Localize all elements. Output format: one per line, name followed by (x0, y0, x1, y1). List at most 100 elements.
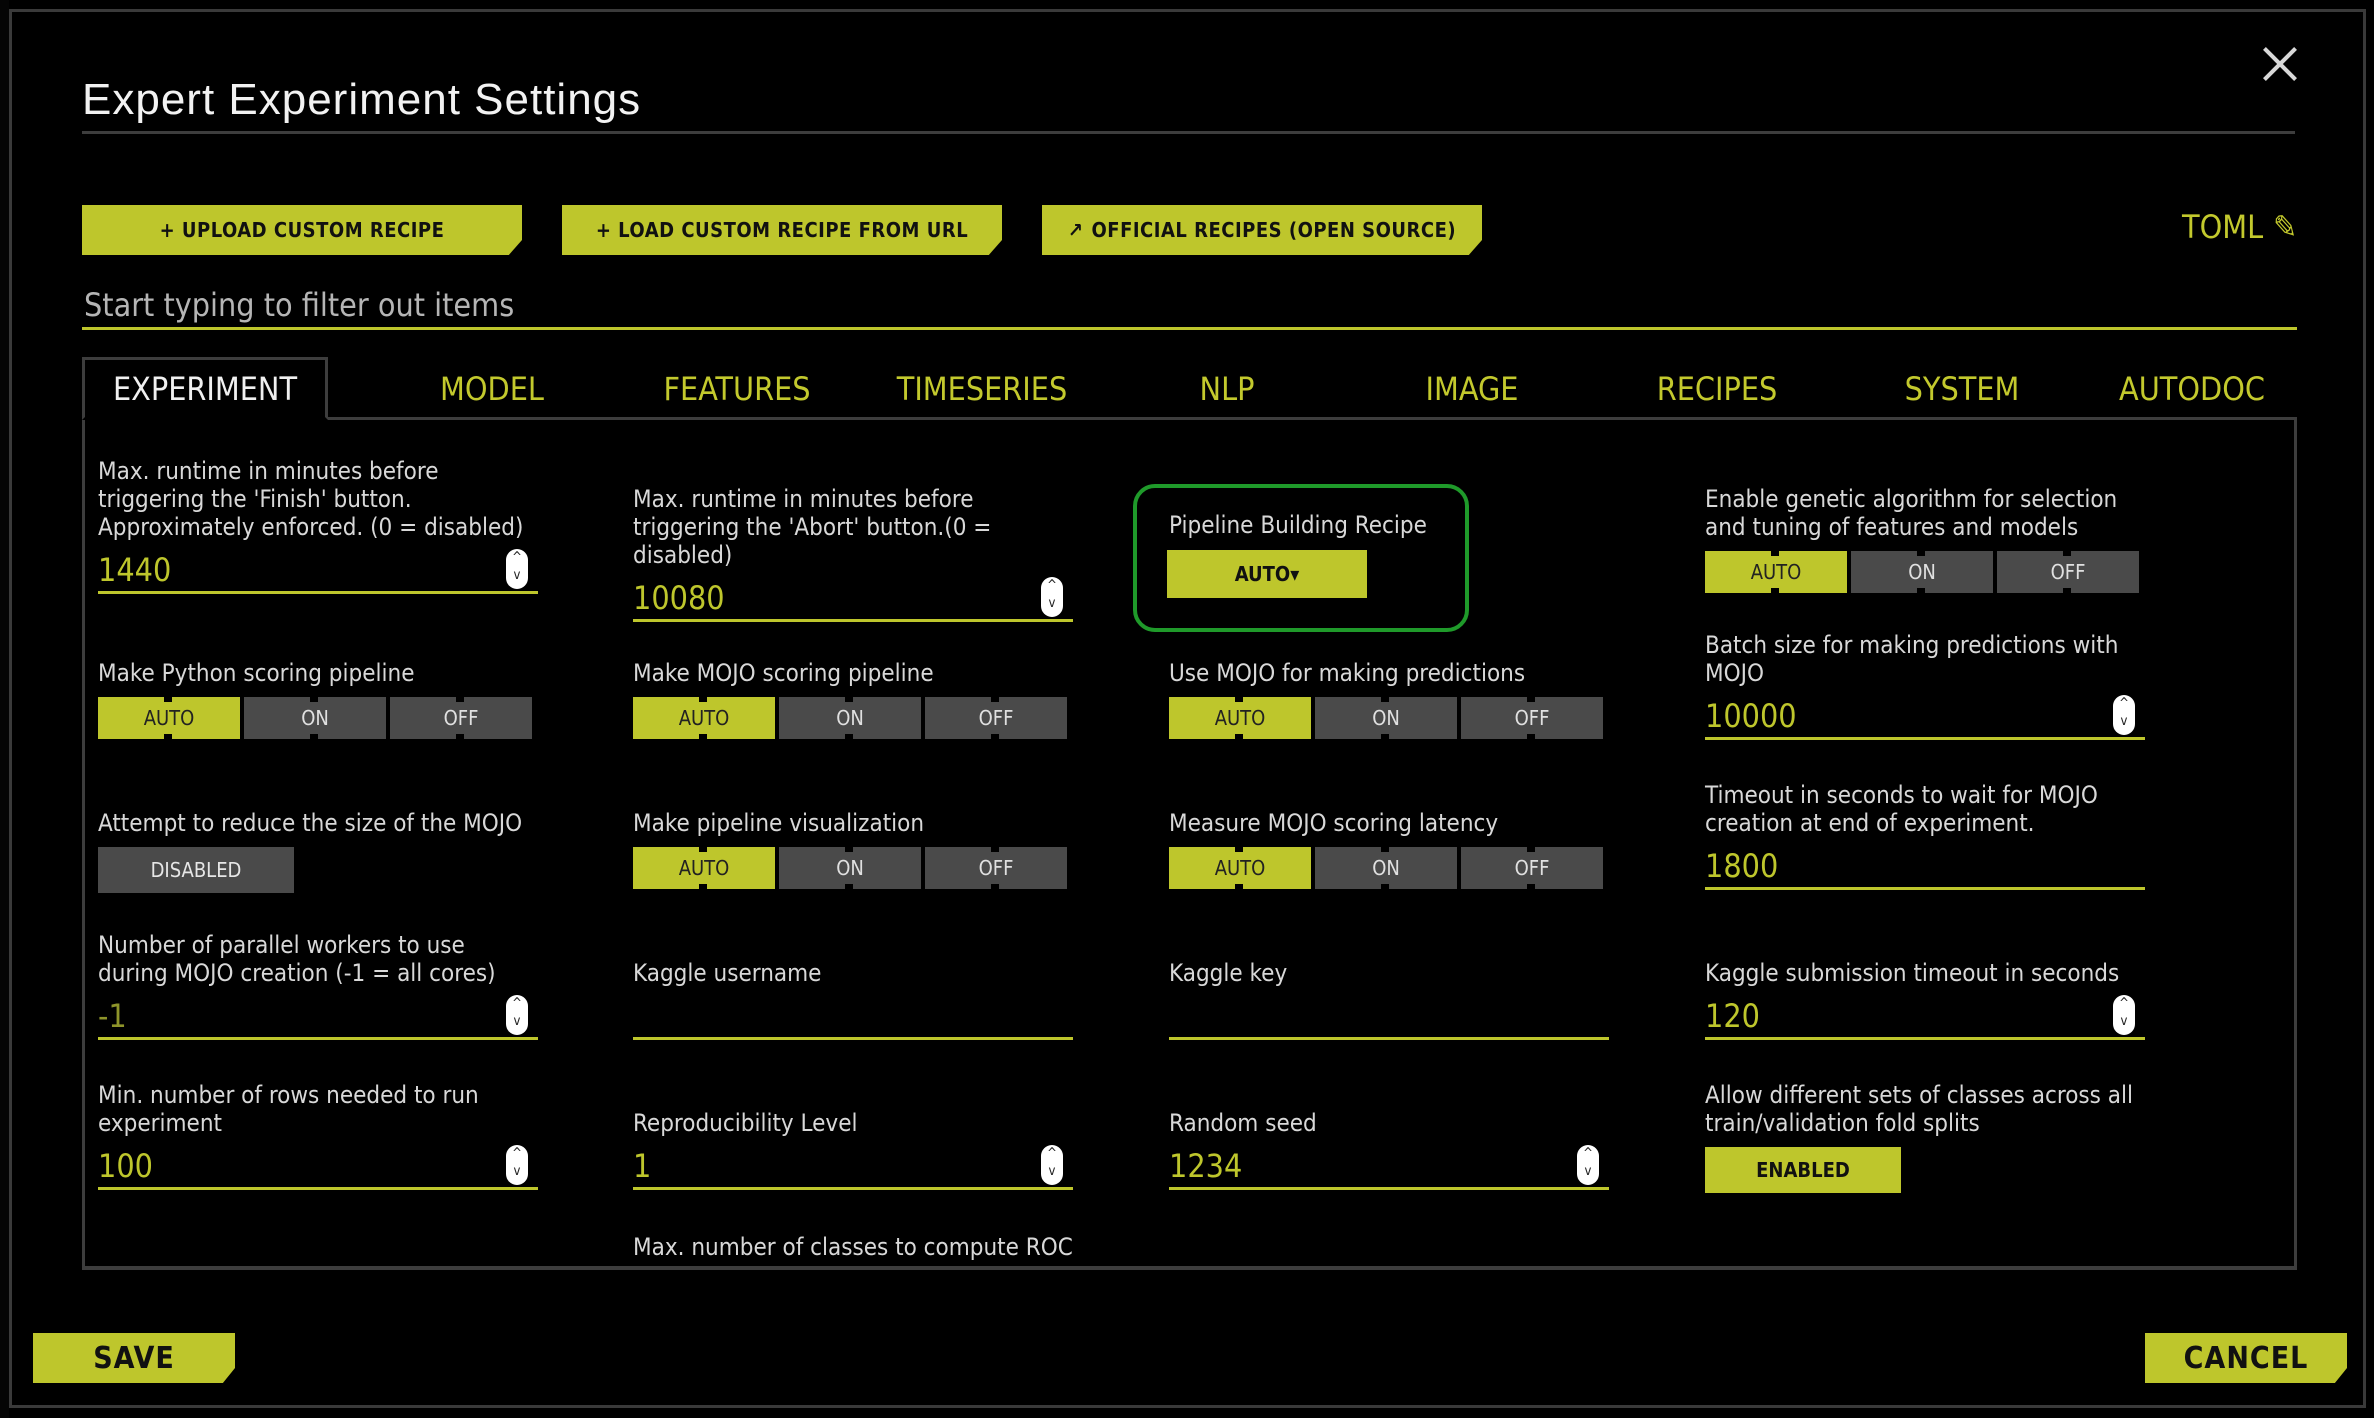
number-input[interactable]: 1234 ^ v (1169, 1143, 1609, 1190)
tab-autodoc[interactable]: AUTODOC (2087, 357, 2297, 420)
number-input[interactable]: 10080 ^ v (633, 575, 1073, 622)
tab-experiment[interactable]: EXPERIMENT (82, 357, 328, 420)
number-input[interactable]: 1 ^ v (633, 1143, 1073, 1190)
tab-nlp[interactable]: NLP (1107, 357, 1347, 420)
setting-label: Make pipeline visualization (633, 809, 925, 837)
toggle-off[interactable]: OFF (925, 847, 1067, 889)
number-input[interactable]: 10000 ^ v (1705, 693, 2145, 740)
input-value: 1 (633, 1147, 652, 1185)
background-app-strip (0, 0, 9, 1418)
tab-model[interactable]: MODEL (372, 357, 612, 420)
setting-label: Make MOJO scoring pipeline (633, 659, 934, 687)
toggle-off[interactable]: OFF (925, 697, 1067, 739)
close-icon[interactable] (2262, 46, 2298, 82)
input-value: 1800 (1705, 847, 1779, 885)
pipeline-recipe-dropdown[interactable]: AUTO▾ (1167, 550, 1367, 598)
setting-genetic-algorithm: Enable genetic algorithm for selection a… (1705, 485, 2145, 593)
setting-label: Kaggle submission timeout in seconds (1705, 959, 2120, 987)
setting-label: Make Python scoring pipeline (98, 659, 415, 687)
load-recipe-from-url-button[interactable]: + LOAD CUSTOM RECIPE FROM URL (562, 205, 1002, 255)
toggle-on[interactable]: ON (244, 697, 386, 739)
spinner-icon[interactable]: ^ v (506, 995, 528, 1035)
spinner-icon[interactable]: ^ v (1577, 1145, 1599, 1185)
input-value: 10000 (1705, 697, 1797, 735)
toggle-off[interactable]: OFF (1461, 847, 1603, 889)
setting-kaggle-key: Kaggle key (1169, 959, 1609, 1040)
toggle-on[interactable]: ON (779, 847, 921, 889)
input-value: 100 (98, 1147, 153, 1185)
setting-class-sets: Allow different sets of classes across a… (1705, 1081, 2145, 1193)
dialog-title: Expert Experiment Settings (82, 75, 642, 124)
number-input[interactable]: 100 ^ v (98, 1143, 538, 1190)
toggle-off[interactable]: OFF (390, 697, 532, 739)
toggle-auto[interactable]: AUTO (1169, 847, 1311, 889)
kaggle-username-input[interactable] (633, 993, 1073, 1040)
tab-timeseries[interactable]: TIMESERIES (862, 357, 1102, 420)
setting-max-runtime-abort: Max. runtime in minutes before triggerin… (633, 485, 1073, 622)
setting-random-seed: Random seed 1234 ^ v (1169, 1109, 1609, 1190)
setting-label: Timeout in seconds to wait for MOJO crea… (1705, 781, 2098, 837)
toggle-on[interactable]: ON (1851, 551, 1993, 593)
toggle-on[interactable]: ON (1315, 847, 1457, 889)
setting-label: Reproducibility Level (633, 1109, 858, 1137)
input-value: -1 (98, 997, 127, 1035)
official-recipes-button[interactable]: ↗ OFFICIAL RECIPES (OPEN SOURCE) (1042, 205, 1482, 255)
setting-label: Batch size for making predictions with M… (1705, 631, 2119, 687)
filter-input[interactable] (82, 282, 2297, 330)
setting-label: Number of parallel workers to use during… (98, 931, 496, 987)
tri-toggle: AUTO ON OFF (1169, 847, 1609, 889)
toggle-auto[interactable]: AUTO (1705, 551, 1847, 593)
number-input[interactable]: 1800 (1705, 843, 2145, 890)
toggle-auto[interactable]: AUTO (98, 697, 240, 739)
input-value: 1234 (1169, 1147, 1243, 1185)
title-divider (82, 131, 2295, 134)
tri-toggle: AUTO ON OFF (633, 697, 1073, 739)
input-value: 1440 (98, 551, 172, 589)
tab-system[interactable]: SYSTEM (1842, 357, 2082, 420)
spinner-icon[interactable]: ^ v (506, 549, 528, 589)
kaggle-key-input[interactable] (1169, 993, 1609, 1040)
setting-reduce-mojo: Attempt to reduce the size of the MOJO D… (98, 809, 538, 893)
setting-mojo-scoring: Make MOJO scoring pipeline AUTO ON OFF (633, 659, 1073, 739)
setting-label: Max. runtime in minutes before triggerin… (633, 485, 992, 569)
toggle-auto[interactable]: AUTO (1169, 697, 1311, 739)
setting-label: Allow different sets of classes across a… (1705, 1081, 2133, 1137)
tab-features[interactable]: FEATURES (617, 357, 857, 420)
cancel-button[interactable]: CANCEL (2145, 1333, 2347, 1383)
toggle-auto[interactable]: AUTO (633, 847, 775, 889)
toggle-on[interactable]: ON (779, 697, 921, 739)
toml-edit-button[interactable]: TOML ✎ (2182, 208, 2297, 246)
setting-label: Attempt to reduce the size of the MOJO (98, 809, 523, 837)
setting-label: Kaggle key (1169, 959, 1288, 987)
class-sets-toggle[interactable]: ENABLED (1705, 1147, 1901, 1193)
setting-min-rows: Min. number of rows needed to run experi… (98, 1081, 538, 1190)
tab-recipes[interactable]: RECIPES (1597, 357, 1837, 420)
spinner-icon[interactable]: ^ v (2113, 995, 2135, 1035)
spinner-icon[interactable]: ^ v (1041, 1145, 1063, 1185)
save-button[interactable]: SAVE (33, 1333, 235, 1383)
external-link-icon: ↗ (1067, 218, 1084, 242)
toml-label: TOML (2182, 208, 2264, 246)
settings-tabs: EXPERIMENT MODEL FEATURES TIMESERIES NLP… (82, 357, 2297, 420)
reduce-mojo-toggle[interactable]: DISABLED (98, 847, 294, 893)
tab-image[interactable]: IMAGE (1352, 357, 1592, 420)
pencil-icon: ✎ (2273, 208, 2298, 246)
toggle-off[interactable]: OFF (1997, 551, 2139, 593)
spinner-icon[interactable]: ^ v (2113, 695, 2135, 735)
setting-pipeline-visualization: Make pipeline visualization AUTO ON OFF (633, 809, 1073, 889)
toggle-off[interactable]: OFF (1461, 697, 1603, 739)
spinner-icon[interactable]: ^ v (1041, 577, 1063, 617)
upload-custom-recipe-button[interactable]: + UPLOAD CUSTOM RECIPE (82, 205, 522, 255)
official-recipes-label: OFFICIAL RECIPES (OPEN SOURCE) (1091, 218, 1457, 242)
number-input[interactable]: -1 ^ v (98, 993, 538, 1040)
setting-mojo-workers: Number of parallel workers to use during… (98, 931, 538, 1040)
setting-label: Measure MOJO scoring latency (1169, 809, 1499, 837)
setting-label: Min. number of rows needed to run experi… (98, 1081, 479, 1137)
number-input[interactable]: 1440 ^ v (98, 547, 538, 594)
spinner-icon[interactable]: ^ v (506, 1145, 528, 1185)
toggle-auto[interactable]: AUTO (633, 697, 775, 739)
toggle-on[interactable]: ON (1315, 697, 1457, 739)
setting-label: Max. runtime in minutes before triggerin… (98, 457, 524, 541)
tri-toggle: AUTO ON OFF (98, 697, 538, 739)
number-input[interactable]: 120 ^ v (1705, 993, 2145, 1040)
